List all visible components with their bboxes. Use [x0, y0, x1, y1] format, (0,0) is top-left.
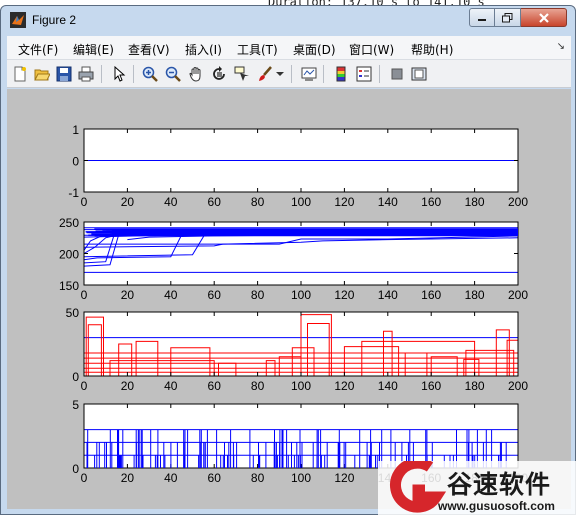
- matlab-icon: [10, 12, 26, 28]
- toolbar-separator: [133, 65, 134, 83]
- show-plot-tools-icon[interactable]: [410, 65, 428, 83]
- close-button[interactable]: [521, 8, 567, 27]
- restore-icon: [502, 12, 513, 22]
- minimize-icon: [478, 18, 486, 21]
- x-tick-label: 60: [208, 379, 222, 393]
- x-tick-label: 120: [334, 195, 354, 209]
- x-tick-label: 40: [164, 471, 178, 485]
- y-tick-label: 5: [72, 398, 79, 412]
- menu-bar: 文件(F) 编辑(E) 查看(V) 插入(I) 工具(T) 桌面(D) 窗口(W…: [7, 36, 571, 60]
- x-tick-label: 140: [378, 379, 398, 393]
- x-tick-label: 20: [121, 288, 135, 302]
- zoom-in-icon[interactable]: [141, 65, 159, 83]
- x-tick-label: 80: [251, 288, 265, 302]
- figure-canvas: 0 20 40 60 80 100 120 140 160 180 200 -1 0 1 0 20 40 60 80…: [7, 89, 571, 509]
- y-tick-label: 0: [72, 370, 79, 384]
- open-folder-icon[interactable]: [33, 65, 51, 83]
- brush-dropdown-icon[interactable]: [275, 65, 285, 83]
- x-tick-label: 180: [465, 195, 485, 209]
- x-tick-label: 100: [291, 195, 311, 209]
- window-title: Figure 2: [32, 13, 77, 27]
- y-tick-label: 0: [72, 155, 79, 169]
- dock-arrow-icon[interactable]: ↘: [557, 41, 565, 52]
- x-tick-label: 100: [291, 379, 311, 393]
- pan-hand-icon[interactable]: [187, 65, 205, 83]
- x-tick-label: 80: [251, 471, 265, 485]
- x-tick-label: 100: [291, 471, 311, 485]
- x-tick-label: 0: [81, 288, 88, 302]
- data-cursor-icon[interactable]: [233, 65, 251, 83]
- menu-help[interactable]: 帮助(H): [411, 41, 453, 58]
- legend-icon[interactable]: [355, 65, 373, 83]
- x-tick-label: 160: [421, 288, 441, 302]
- zoom-out-icon[interactable]: [164, 65, 182, 83]
- hide-plot-tools-icon[interactable]: [388, 65, 406, 83]
- x-tick-label: 80: [251, 379, 265, 393]
- x-tick-label: 140: [378, 288, 398, 302]
- new-figure-icon[interactable]: [11, 65, 29, 83]
- menu-insert[interactable]: 插入(I): [185, 41, 222, 58]
- toolbar-separator: [101, 65, 102, 83]
- x-tick-label: 160: [421, 379, 441, 393]
- y-tick-label: 150: [59, 279, 79, 293]
- close-icon: [538, 12, 549, 23]
- x-tick-label: 40: [164, 379, 178, 393]
- x-tick-label: 80: [251, 195, 265, 209]
- x-tick-label: 180: [465, 379, 485, 393]
- colorbar-icon[interactable]: [332, 65, 350, 83]
- x-tick-label: 20: [121, 471, 135, 485]
- figure-window: Figure 2 文件(F) 编辑(E) 查看(V) 插入(I) 工具(T) 桌…: [0, 5, 576, 515]
- toolbar-separator: [323, 65, 324, 83]
- x-tick-label: 140: [378, 195, 398, 209]
- x-tick-label: 200: [508, 195, 528, 209]
- title-bar[interactable]: Figure 2: [1, 6, 575, 36]
- x-tick-label: 0: [81, 379, 88, 393]
- menu-tools[interactable]: 工具(T): [237, 41, 278, 58]
- x-tick-label: 120: [334, 288, 354, 302]
- menu-file[interactable]: 文件(F): [18, 41, 58, 58]
- x-tick-label: 100: [291, 288, 311, 302]
- x-tick-label: 200: [508, 288, 528, 302]
- menu-edit[interactable]: 编辑(E): [73, 41, 114, 58]
- brush-icon[interactable]: [256, 65, 274, 83]
- x-tick-label: 40: [164, 288, 178, 302]
- link-plot-icon[interactable]: [300, 65, 318, 83]
- y-tick-label: -1: [68, 186, 79, 200]
- x-tick-label: 160: [421, 195, 441, 209]
- toolbar: [7, 60, 571, 88]
- subplots: 0 20 40 60 80 100 120 140 160 180 200-1010 20 40 60 80…: [59, 123, 528, 485]
- x-tick-label: 60: [208, 288, 222, 302]
- x-tick-label: 200: [508, 379, 528, 393]
- maximize-button[interactable]: [495, 8, 521, 27]
- menu-desktop[interactable]: 桌面(D): [293, 41, 336, 58]
- x-tick-label: 40: [164, 195, 178, 209]
- menu-view[interactable]: 查看(V): [128, 41, 170, 58]
- y-tick-label: 0: [72, 462, 79, 476]
- menu-window[interactable]: 窗口(W): [349, 41, 394, 58]
- minimize-button[interactable]: [469, 8, 495, 27]
- print-icon[interactable]: [77, 65, 95, 83]
- watermark-url: www.gusuosoft.com: [438, 499, 555, 513]
- x-tick-label: 120: [334, 471, 354, 485]
- x-tick-label: 180: [465, 288, 485, 302]
- x-tick-label: 0: [81, 471, 88, 485]
- toolbar-separator: [379, 65, 380, 83]
- y-tick-label: 1: [72, 123, 79, 137]
- rotate-3d-icon[interactable]: [210, 65, 228, 83]
- y-tick-label: 50: [66, 306, 80, 320]
- toolbar-separator: [291, 65, 292, 83]
- watermark-text: 谷速软件: [447, 470, 552, 499]
- x-tick-label: 60: [208, 471, 222, 485]
- y-tick-label: 250: [59, 216, 79, 230]
- x-tick-label: 0: [81, 195, 88, 209]
- x-tick-label: 20: [121, 379, 135, 393]
- x-tick-label: 60: [208, 195, 222, 209]
- y-tick-label: 200: [59, 248, 79, 262]
- pointer-icon[interactable]: [110, 65, 128, 83]
- save-icon[interactable]: [55, 65, 73, 83]
- x-tick-label: 20: [121, 195, 135, 209]
- x-tick-label: 120: [334, 379, 354, 393]
